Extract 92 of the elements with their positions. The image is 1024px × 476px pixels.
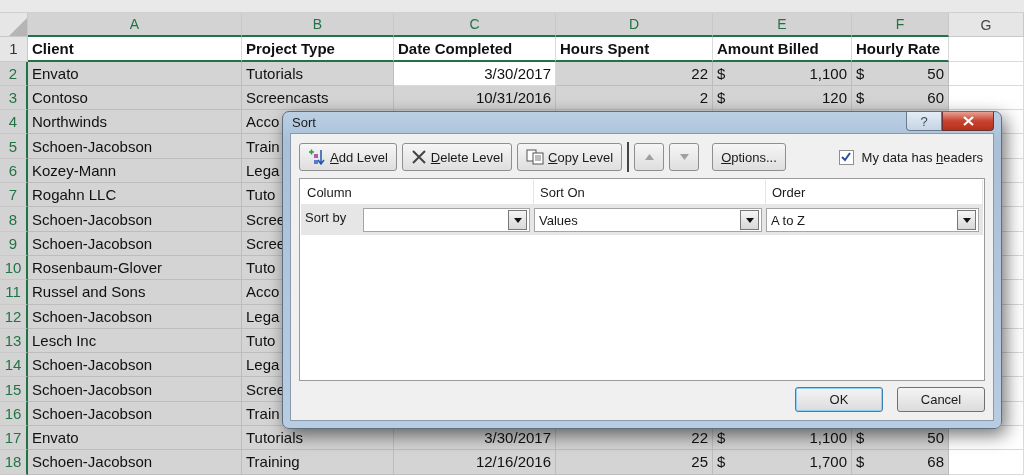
row-header[interactable]: 15 [0, 377, 28, 402]
column-title: Client [28, 37, 242, 62]
column-header[interactable]: D [556, 13, 713, 38]
order-dropdown[interactable]: A to Z [766, 208, 979, 232]
list-column-header: Sort On [534, 180, 766, 204]
table-cell: Envato [28, 426, 242, 451]
copy-icon [526, 149, 545, 165]
add-level-button[interactable]: Add Level [299, 143, 397, 171]
sort-level-row[interactable]: Sort by Values A to Z [301, 205, 983, 235]
list-column-header: Column [301, 180, 534, 204]
column-title: Amount Billed [713, 37, 852, 62]
row-header[interactable]: 6 [0, 158, 28, 184]
table-cell: $ 1,700 [713, 450, 852, 475]
table-cell: 12/16/2016 [394, 450, 556, 475]
row-header[interactable]: 12 [0, 304, 28, 329]
caret-icon [513, 217, 522, 223]
table-cell: Russel and Sons [28, 280, 242, 305]
table-cell: Schoen-Jacobson [28, 401, 242, 427]
column-dropdown[interactable] [363, 208, 530, 232]
column-title: Date Completed [394, 37, 556, 62]
row-header[interactable]: 1 [0, 37, 28, 62]
headers-checkbox[interactable]: My data has headers [838, 149, 983, 165]
table-cell: Kozey-Mann [28, 158, 242, 184]
column-header[interactable]: C [394, 13, 556, 38]
row-header[interactable]: 8 [0, 207, 28, 232]
table-cell: Rogahn LLC [28, 183, 242, 208]
row-header[interactable]: 18 [0, 450, 28, 475]
column-header[interactable]: E [713, 13, 852, 38]
row-header[interactable]: 11 [0, 280, 28, 305]
table-cell: Tutorials [242, 61, 394, 86]
table-cell: $ 120 [713, 85, 852, 111]
ok-button[interactable]: OK [795, 387, 883, 412]
row-header[interactable]: 3 [0, 85, 28, 111]
table-cell: Contoso [28, 85, 242, 111]
table-cell: Training [242, 450, 394, 475]
table-cell: Schoen-Jacobson [28, 450, 242, 475]
column-header[interactable]: B [242, 13, 394, 38]
table-cell: $ 1,100 [713, 61, 852, 86]
column-title: Hourly Rate [852, 37, 949, 62]
check-icon [841, 152, 852, 162]
table-cell: 25 [556, 450, 713, 475]
column-title: Hours Spent [556, 37, 713, 62]
row-header[interactable]: 5 [0, 134, 28, 159]
row-header[interactable]: 7 [0, 183, 28, 208]
table-cell: Schoen-Jacobson [28, 231, 242, 256]
triangle-down-icon [679, 154, 689, 160]
table-cell: Screencasts [242, 85, 394, 111]
table-cell: 10/31/2016 [394, 85, 556, 111]
delete-level-button[interactable]: Delete Level [401, 143, 513, 171]
copy-level-button[interactable]: Copy Level [517, 143, 623, 171]
help-button[interactable]: ? [906, 112, 942, 131]
row-header[interactable]: 13 [0, 328, 28, 354]
plus-arrow-icon [308, 148, 326, 166]
table-cell: 22 [556, 61, 713, 86]
table-cell: $ 68 [852, 450, 949, 475]
caret-icon [962, 217, 971, 223]
table-cell: $ 60 [852, 85, 949, 111]
table-cell: Northwinds [28, 110, 242, 135]
sort-on-dropdown[interactable]: Values [534, 208, 762, 232]
table-cell: Schoen-Jacobson [28, 304, 242, 329]
table-cell: Schoen-Jacobson [28, 377, 242, 402]
close-icon [962, 116, 974, 126]
table-cell: Lesch Inc [28, 328, 242, 354]
dialog-title: Sort [291, 115, 316, 130]
caret-icon [745, 217, 754, 223]
options-button[interactable]: Options... [712, 143, 786, 171]
sort-by-label: Sort by [304, 210, 348, 225]
table-cell: Schoen-Jacobson [28, 353, 242, 378]
triangle-up-icon [644, 154, 654, 160]
table-cell: Rosenbaum-Glover [28, 255, 242, 281]
row-header[interactable]: 17 [0, 426, 28, 451]
row-header[interactable]: 14 [0, 353, 28, 378]
checkbox[interactable] [838, 149, 854, 165]
column-header[interactable]: F [852, 13, 949, 38]
row-header[interactable]: 16 [0, 401, 28, 427]
row-header[interactable]: 4 [0, 110, 28, 135]
cross-icon [410, 149, 427, 165]
row-header[interactable]: 10 [0, 255, 28, 281]
table-cell: 3/30/2017 [394, 61, 556, 86]
table-cell: $ 50 [852, 61, 949, 86]
column-header[interactable]: G [949, 13, 1024, 38]
list-column-header: Order [766, 180, 983, 204]
table-cell: Schoen-Jacobson [28, 207, 242, 232]
close-button[interactable] [942, 112, 994, 131]
table-cell: 2 [556, 85, 713, 111]
table-cell: Schoen-Jacobson [28, 134, 242, 159]
cancel-button[interactable]: Cancel [897, 387, 985, 412]
row-header[interactable]: 2 [0, 61, 28, 86]
row-header[interactable]: 9 [0, 231, 28, 256]
column-header[interactable]: A [28, 13, 242, 38]
column-title: Project Type [242, 37, 394, 62]
table-cell: Envato [28, 61, 242, 86]
